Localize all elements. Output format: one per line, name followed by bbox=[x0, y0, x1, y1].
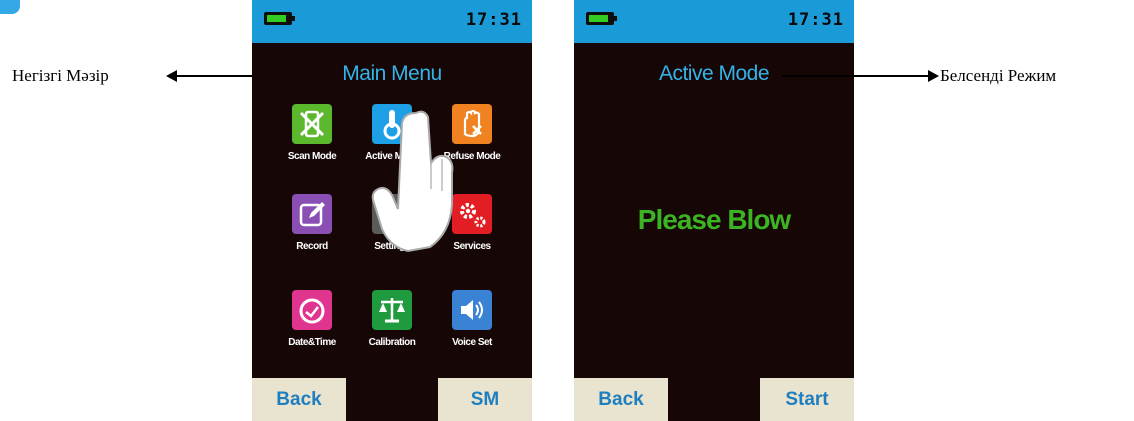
main-menu-screen: 17:31 Main Menu Scan Mode Active Mode Re… bbox=[252, 0, 532, 421]
status-bar: 17:31 bbox=[252, 0, 532, 43]
battery-icon bbox=[586, 12, 617, 25]
scan-mode-tile[interactable]: Scan Mode bbox=[267, 104, 357, 162]
clock-readout: 17:31 bbox=[787, 10, 844, 30]
scan-mode-icon bbox=[292, 104, 332, 144]
active-mode-screen: 17:31 Active Mode Please Blow Back Start bbox=[574, 0, 854, 421]
callout-line-right bbox=[782, 75, 930, 77]
page-title: Main Menu bbox=[342, 62, 442, 85]
corner-decoration bbox=[0, 0, 20, 14]
tile-label: Record bbox=[296, 241, 328, 252]
tile-label: Date&Time bbox=[288, 337, 336, 348]
main-menu-callout: Негізгі Мәзір bbox=[12, 66, 109, 85]
voice-set-tile[interactable]: Voice Set bbox=[427, 290, 517, 348]
start-button[interactable]: Start bbox=[760, 378, 854, 421]
record-icon bbox=[292, 194, 332, 234]
calibration-tile[interactable]: Calibration bbox=[347, 290, 437, 348]
pointing-hand-icon bbox=[371, 110, 454, 253]
clock-readout: 17:31 bbox=[465, 10, 522, 30]
sm-button[interactable]: SM bbox=[438, 378, 532, 421]
please-blow-message: Please Blow bbox=[637, 204, 791, 235]
back-button[interactable]: Back bbox=[252, 378, 346, 421]
battery-icon bbox=[264, 12, 295, 25]
tile-label: Calibration bbox=[368, 337, 416, 348]
back-button[interactable]: Back bbox=[574, 378, 668, 421]
clock-icon bbox=[292, 290, 332, 330]
scale-icon bbox=[372, 290, 412, 330]
record-tile[interactable]: Record bbox=[267, 194, 357, 252]
page-title: Active Mode bbox=[658, 62, 770, 85]
status-bar: 17:31 bbox=[574, 0, 854, 43]
callout-arrow-right bbox=[928, 70, 939, 82]
tile-label: Voice Set bbox=[452, 337, 492, 348]
active-mode-callout: Белсенді Режим bbox=[940, 66, 1057, 85]
tile-label: Scan Mode bbox=[287, 151, 337, 162]
speaker-icon bbox=[452, 290, 492, 330]
date-time-tile[interactable]: Date&Time bbox=[267, 290, 357, 348]
